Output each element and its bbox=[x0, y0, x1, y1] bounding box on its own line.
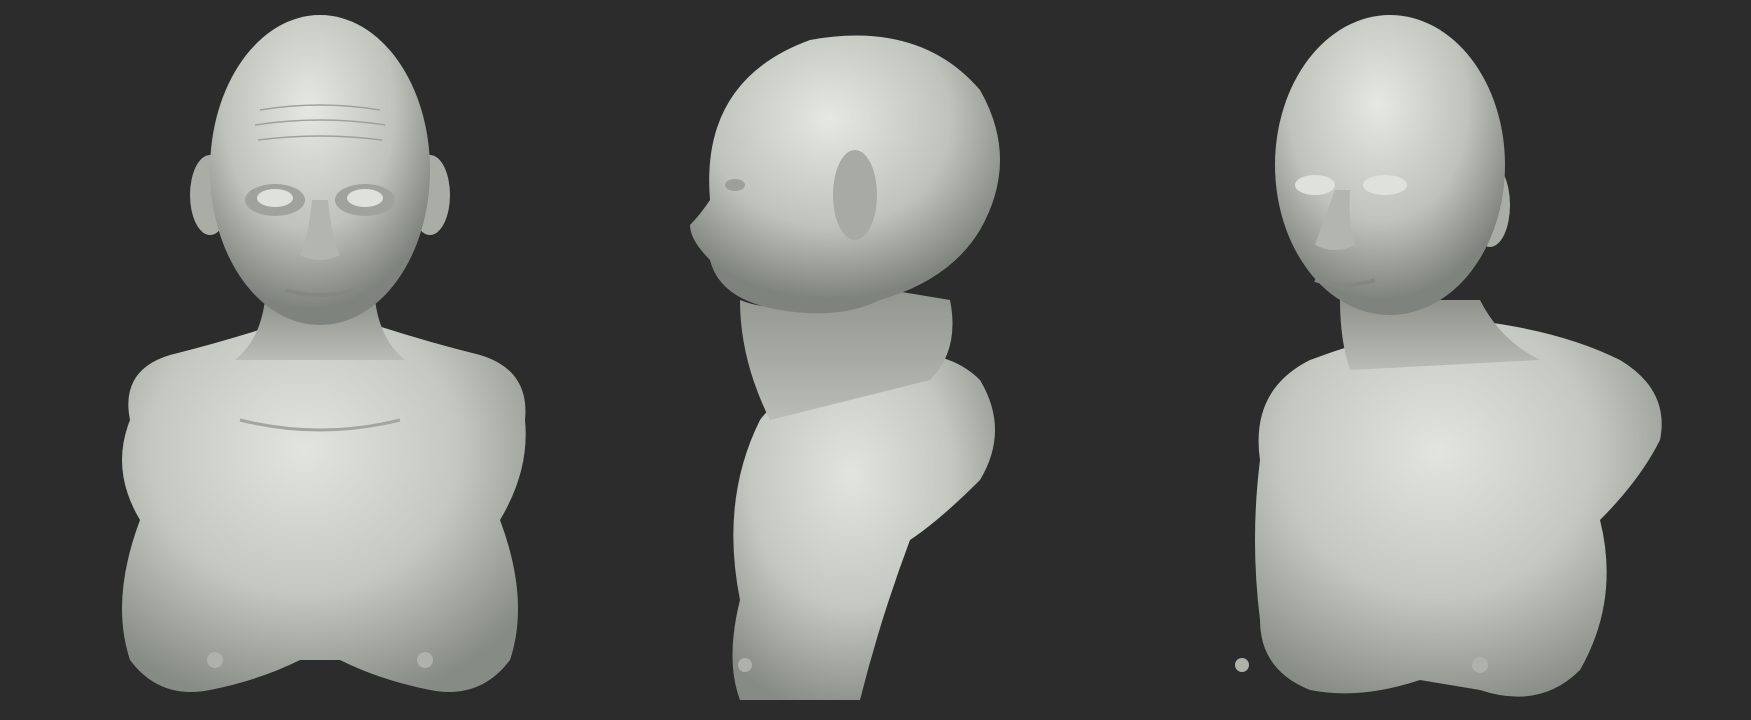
nipple-right bbox=[417, 652, 433, 668]
ear-shape bbox=[833, 150, 877, 240]
sculpt-viewport bbox=[0, 0, 1751, 720]
eye-right bbox=[347, 189, 383, 207]
nipple-left bbox=[1235, 658, 1249, 672]
torso-shape bbox=[1255, 320, 1662, 697]
nipple-left bbox=[207, 652, 223, 668]
bust-side-render bbox=[690, 35, 1000, 700]
head-shape bbox=[210, 15, 430, 325]
eye-left bbox=[257, 189, 293, 207]
bust-three-quarter-render bbox=[1235, 15, 1662, 697]
torso-shape bbox=[122, 320, 526, 692]
bust-front-view bbox=[60, 0, 580, 720]
eye-right bbox=[1363, 175, 1407, 195]
bust-three-quarter-view bbox=[1220, 0, 1690, 720]
bust-front-render bbox=[122, 15, 526, 692]
eye-left bbox=[1295, 175, 1335, 195]
head-shape bbox=[1275, 15, 1505, 315]
bust-side-view bbox=[680, 0, 1110, 720]
nipple-right bbox=[1472, 657, 1488, 673]
eye-shape bbox=[725, 179, 745, 191]
nipple-shape bbox=[738, 658, 752, 672]
